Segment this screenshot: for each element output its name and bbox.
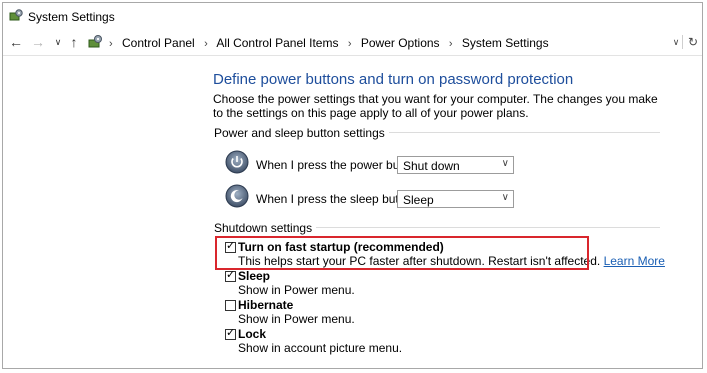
breadcrumb-power-options[interactable]: Power Options [361, 36, 440, 50]
refresh-icon[interactable]: ↻ [686, 34, 700, 50]
page-title: Define power buttons and turn on passwor… [213, 71, 574, 88]
system-settings-icon [9, 9, 23, 21]
back-arrow-icon[interactable]: ← [9, 34, 23, 50]
toolbar-divider [3, 55, 702, 56]
chevron-down-icon: ∨ [501, 192, 509, 203]
power-button-value: Shut down [403, 159, 460, 173]
window-title: System Settings [28, 10, 115, 24]
lock-label[interactable]: Lock [238, 327, 266, 341]
control-panel-icon [88, 35, 102, 48]
power-group-label: Power and sleep button settings [214, 126, 389, 140]
lock-description: Show in account picture menu. [238, 341, 403, 355]
breadcrumb-separator-icon: › [347, 38, 352, 50]
breadcrumb-all-items[interactable]: All Control Panel Items [216, 36, 338, 50]
lock-checkbox[interactable]: ✓ [225, 327, 236, 340]
title-bar: System Settings [3, 3, 702, 29]
sleep-description: Show in Power menu. [238, 283, 355, 297]
checkmark-icon: ✓ [226, 269, 236, 281]
hibernate-label[interactable]: Hibernate [238, 298, 293, 312]
address-bar: ← → ∨ ↑ › Control Panel › All Control Pa… [3, 31, 702, 55]
checkmark-icon: ✓ [226, 327, 236, 339]
sleep-button-icon [225, 184, 249, 208]
up-arrow-icon[interactable]: ↑ [67, 34, 81, 50]
chevron-down-icon[interactable]: ∨ [51, 34, 65, 50]
forward-arrow-icon[interactable]: → [31, 34, 45, 50]
sleep-button-select[interactable]: Sleep ∨ [397, 190, 514, 208]
address-divider [682, 35, 683, 49]
breadcrumb: › Control Panel › All Control Panel Item… [109, 36, 549, 50]
learn-more-link[interactable]: Learn More [604, 254, 665, 268]
shutdown-group-label: Shutdown settings [214, 221, 317, 235]
breadcrumb-separator-icon: › [204, 38, 208, 50]
power-button-icon [225, 150, 249, 174]
hibernate-description: Show in Power menu. [238, 312, 355, 326]
fast-startup-highlight [215, 236, 589, 270]
sleep-button-value: Sleep [403, 193, 434, 207]
sleep-checkbox[interactable]: ✓ [225, 269, 236, 282]
breadcrumb-separator-icon: › [109, 38, 113, 50]
window-frame: System Settings ← → ∨ ↑ › Control Panel … [2, 2, 703, 369]
page-description: Choose the power settings that you want … [213, 92, 658, 120]
power-button-select[interactable]: Shut down ∨ [397, 156, 514, 174]
breadcrumb-control-panel[interactable]: Control Panel [122, 36, 195, 50]
sleep-label[interactable]: Sleep [238, 269, 270, 283]
breadcrumb-separator-icon: › [448, 38, 453, 50]
hibernate-checkbox[interactable] [225, 300, 236, 311]
address-dropdown-icon[interactable]: ∨ [669, 34, 683, 50]
sleep-button-label: When I press the sleep button: [256, 192, 419, 206]
breadcrumb-system-settings[interactable]: System Settings [462, 36, 549, 50]
chevron-down-icon: ∨ [501, 158, 509, 169]
